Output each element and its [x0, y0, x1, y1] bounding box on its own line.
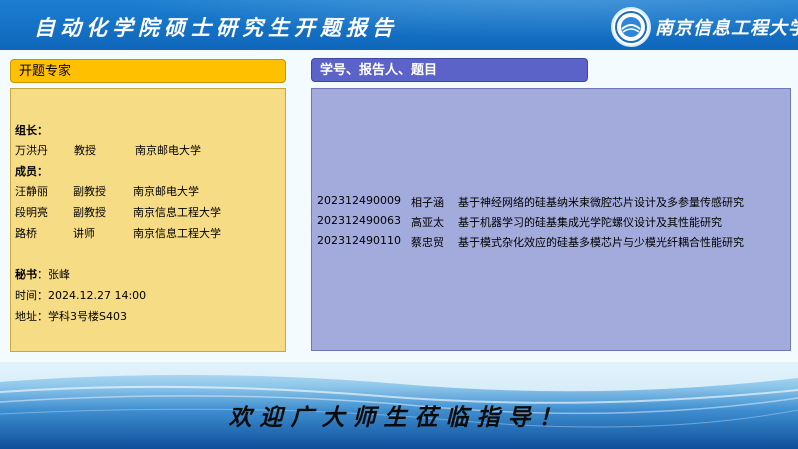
- member-affiliation: 南京邮电大学: [133, 185, 199, 198]
- member-name: 路桥: [15, 227, 37, 240]
- experts-header: 开题专家: [10, 59, 286, 83]
- report-id: 202312490063: [317, 214, 401, 227]
- member-affiliation: 南京信息工程大学: [133, 206, 221, 219]
- welcome-message: 欢迎广大师生莅临指导！: [228, 404, 570, 431]
- leader-affiliation: 南京邮电大学: [135, 144, 201, 157]
- leader-title: 教授: [74, 144, 96, 157]
- top-banner: 自动化学院硕士研究生开题报告 南京信息工程大学: [0, 0, 798, 50]
- report-topic: 基于机器学习的硅基集成光学陀螺仪设计及其性能研究: [458, 216, 722, 229]
- member-title: 副教授: [73, 206, 106, 219]
- experts-panel: 组长： 万洪丹 教授 南京邮电大学 成员： 汪静丽 副教授 南京邮电大学 段明亮…: [10, 88, 286, 352]
- school-name: 南京信息工程大学: [655, 18, 798, 39]
- members-label: 成员：: [15, 165, 48, 178]
- address-line: 地址：学科3号楼S403: [15, 310, 127, 323]
- secretary-line: 秘书：张峰: [15, 268, 70, 281]
- report-id: 202312490110: [317, 234, 401, 247]
- report-presenter: 高亚太: [411, 216, 444, 229]
- reports-panel: 202312490009 相子涵 基于神经网络的硅基纳米束微腔芯片设计及多参量传…: [311, 88, 791, 351]
- page-title: 自动化学院硕士研究生开题报告: [34, 15, 398, 40]
- member-title: 副教授: [73, 185, 106, 198]
- member-name: 汪静丽: [15, 185, 48, 198]
- report-topic: 基于模式杂化效应的硅基多模芯片与少模光纤耦合性能研究: [458, 236, 744, 249]
- report-id: 202312490009: [317, 194, 401, 207]
- leader-label: 组长：: [15, 124, 48, 137]
- reports-header: 学号、报告人、题目: [311, 58, 588, 82]
- report-presenter: 蔡忠贸: [411, 236, 444, 249]
- member-affiliation: 南京信息工程大学: [133, 227, 221, 240]
- report-presenter: 相子涵: [411, 196, 444, 209]
- university-logo-icon: [611, 7, 651, 47]
- member-title: 讲师: [73, 227, 95, 240]
- leader-name: 万洪丹: [15, 144, 48, 157]
- member-name: 段明亮: [15, 206, 48, 219]
- report-topic: 基于神经网络的硅基纳米束微腔芯片设计及多参量传感研究: [458, 196, 744, 209]
- time-line: 时间：2024.12.27 14:00: [15, 289, 147, 302]
